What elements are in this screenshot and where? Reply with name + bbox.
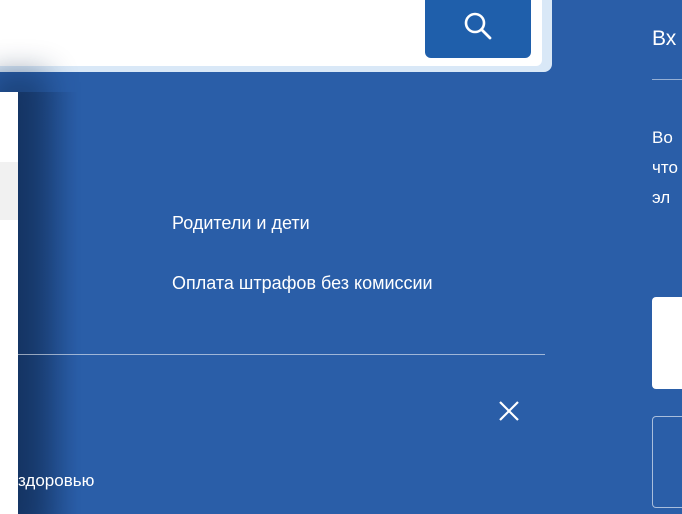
login-divider [652, 79, 682, 80]
close-button[interactable] [496, 398, 526, 428]
search-button[interactable] [425, 0, 531, 58]
close-icon [499, 401, 519, 421]
panel-shadow [18, 92, 78, 514]
menu-link-fines-payment[interactable]: Оплата штрафов без комиссии [172, 273, 433, 294]
login-button[interactable] [652, 416, 682, 508]
menu-item-health[interactable]: здоровью [18, 471, 94, 491]
login-text-line: Во [652, 128, 673, 147]
search-icon [464, 12, 492, 40]
login-input[interactable] [652, 297, 682, 389]
search-bar [0, 0, 552, 72]
login-text-line: что [652, 158, 678, 177]
background-page-band [0, 162, 18, 220]
menu-divider [18, 354, 545, 355]
login-text-line: эл [652, 188, 671, 207]
menu-link-parents-children[interactable]: Родители и дети [172, 213, 310, 234]
background-page-panel [0, 92, 18, 514]
login-title: Вх [652, 27, 677, 50]
